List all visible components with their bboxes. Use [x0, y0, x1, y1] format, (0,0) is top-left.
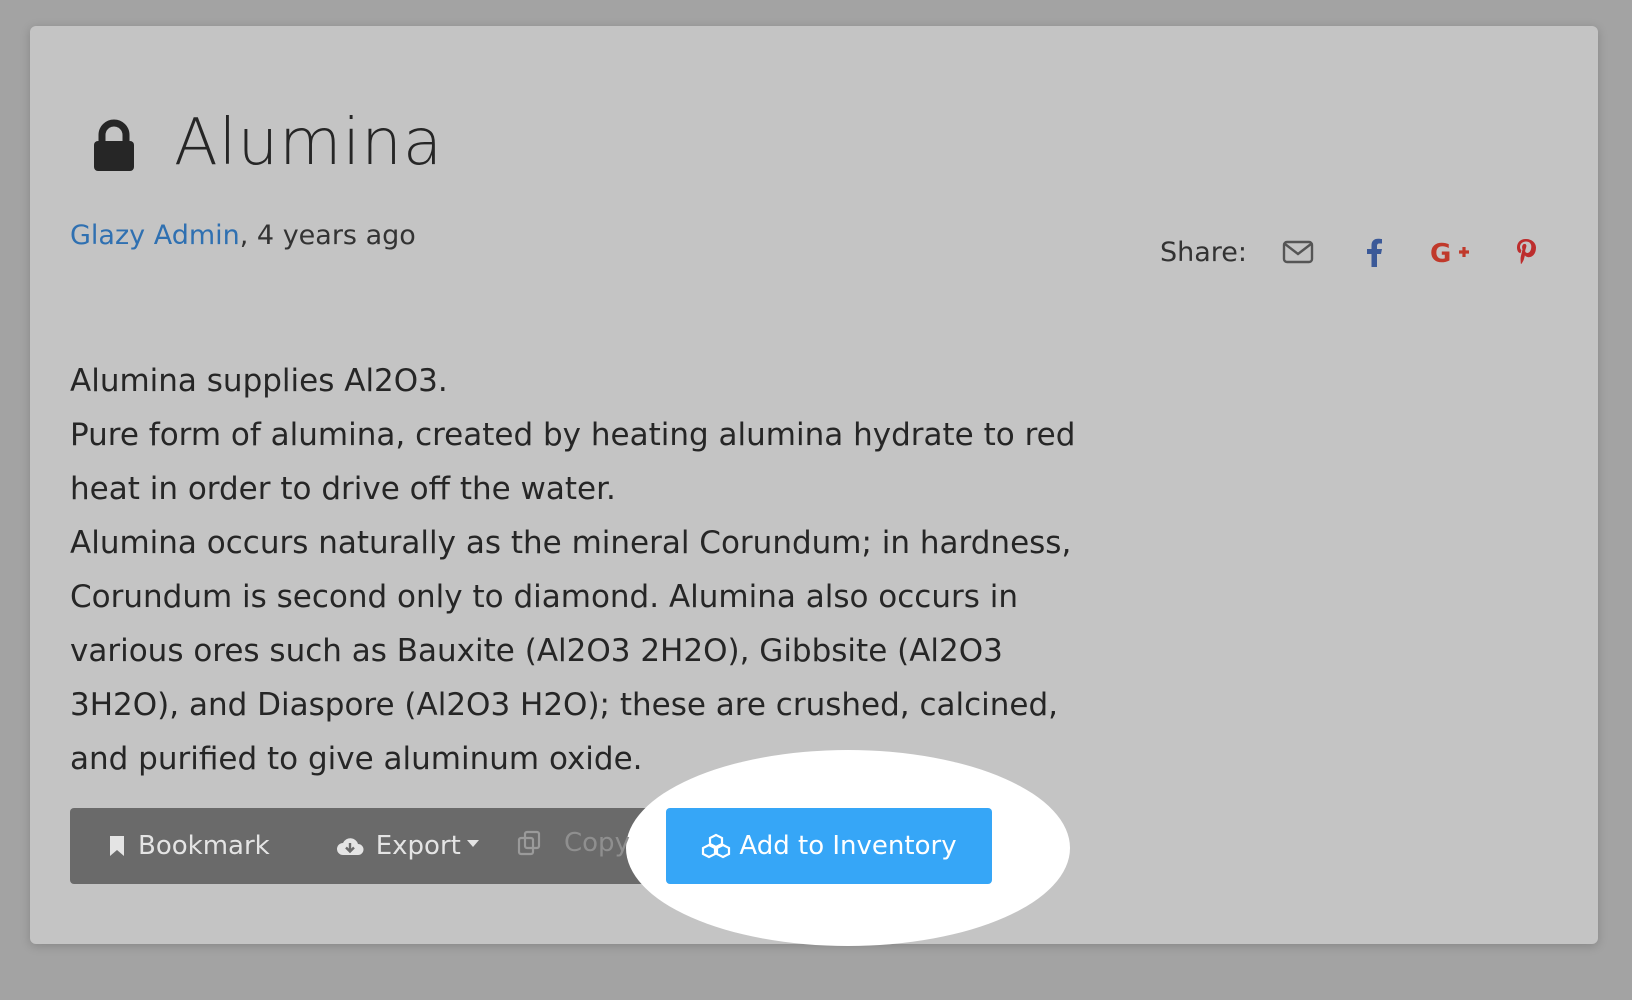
author-meta: Glazy Admin, 4 years ago: [70, 220, 416, 251]
export-button[interactable]: Export: [336, 831, 479, 861]
author-link[interactable]: Glazy Admin: [70, 220, 240, 251]
lock-icon: [92, 119, 136, 173]
title-row: Alumina: [92, 98, 443, 188]
cubes-icon: [702, 833, 731, 859]
add-to-inventory-label: Add to Inventory: [739, 831, 957, 861]
copy-button[interactable]: Copy: [516, 828, 630, 858]
material-card: Alumina Glazy Admin, 4 years ago Share: …: [30, 26, 1598, 946]
caret-down-icon: [466, 839, 479, 847]
share-bar: Share: G: [1160, 230, 1549, 274]
svg-text:G: G: [1430, 239, 1451, 265]
export-label: Export: [375, 831, 461, 861]
page-title: Alumina: [174, 106, 444, 180]
envelope-icon[interactable]: [1275, 230, 1321, 274]
cloud-download-icon: [336, 838, 364, 855]
bookmark-label: Bookmark: [138, 831, 270, 861]
add-to-inventory-button[interactable]: Add to Inventory: [666, 808, 992, 884]
copy-label: Copy: [564, 828, 630, 858]
bookmark-icon: [110, 836, 124, 856]
google-plus-icon[interactable]: G: [1427, 230, 1473, 274]
material-description: Alumina supplies Al2O3. Pure form of alu…: [70, 363, 1076, 777]
created-time: , 4 years ago: [239, 220, 416, 251]
pinterest-icon[interactable]: [1503, 230, 1549, 274]
facebook-icon[interactable]: [1351, 230, 1397, 274]
share-label: Share:: [1160, 236, 1248, 268]
bookmark-button[interactable]: Bookmark: [108, 831, 270, 861]
copy-icon: [517, 830, 541, 856]
